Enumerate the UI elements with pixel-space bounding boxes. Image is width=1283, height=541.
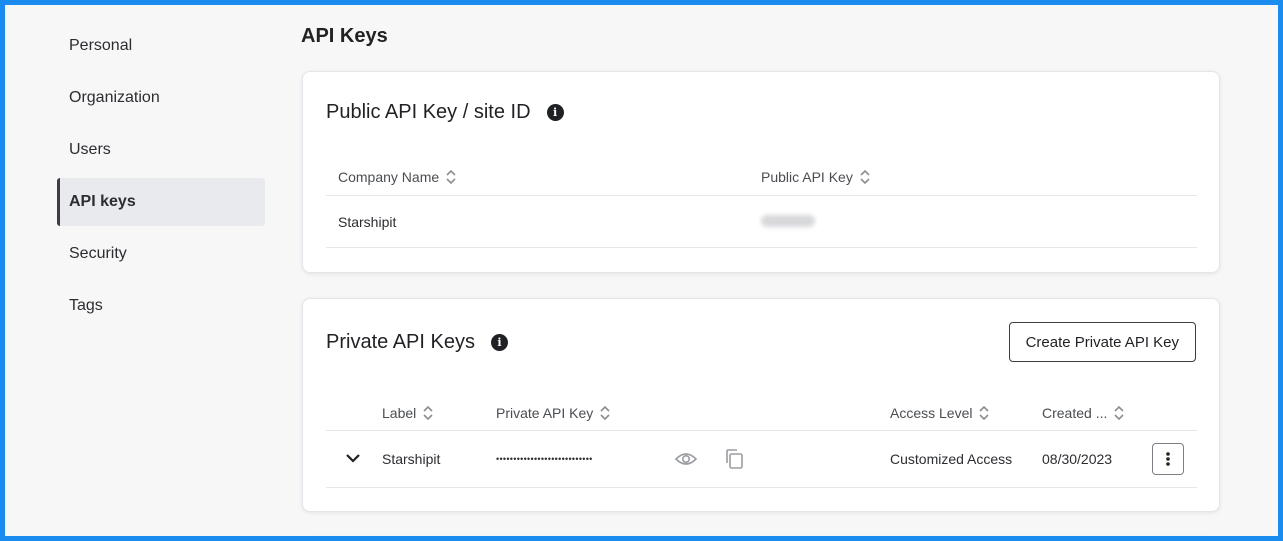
sidebar-item-label: API keys [69, 193, 136, 210]
access-level-cell: Customized Access [890, 451, 1013, 467]
company-name-cell: Starshipit [338, 213, 397, 230]
created-cell: 08/30/2023 [1042, 451, 1113, 467]
public-api-key-card: Public API Key / site ID i Company Name … [302, 71, 1220, 273]
card-title: Public API Key / site ID [326, 101, 531, 123]
sidebar-item-api-keys[interactable]: API keys [57, 178, 265, 226]
sidebar-item-label: Personal [69, 37, 133, 54]
sort-icon [979, 405, 990, 420]
column-header-label[interactable]: Label [382, 405, 496, 421]
sort-icon [1114, 405, 1124, 420]
row-actions-button[interactable] [1152, 443, 1184, 475]
sidebar-item-label: Security [69, 245, 127, 262]
private-api-keys-heading: Private API Keys i [326, 331, 508, 354]
column-header-public-api-key[interactable]: Public API Key [761, 169, 871, 185]
card-title: Private API Keys [326, 331, 475, 353]
public-api-key-cell [761, 214, 815, 230]
info-icon[interactable]: i [546, 104, 564, 121]
column-header-access-level[interactable]: Access Level [890, 405, 1042, 421]
next-card-partial [302, 537, 1220, 541]
sidebar-item-label: Tags [69, 297, 103, 314]
sidebar-item-users[interactable]: Users [57, 126, 265, 174]
sidebar-item-tags[interactable]: Tags [57, 282, 265, 330]
sort-icon [860, 169, 870, 184]
more-vertical-icon [1166, 452, 1170, 466]
create-private-api-key-button[interactable]: Create Private API Key [1008, 322, 1196, 362]
public-table-header: Company Name Public API Key [326, 158, 1197, 196]
info-icon[interactable]: i [490, 334, 508, 351]
sidebar-item-label: Users [69, 141, 111, 158]
sort-icon [600, 405, 610, 420]
sort-icon [423, 405, 433, 420]
public-api-key-heading: Public API Key / site ID i [326, 101, 564, 124]
settings-sidebar: Personal Organization Users API keys Sec… [57, 22, 265, 334]
masked-api-key: •••••••••••••••••••••••••••• [496, 454, 593, 464]
table-row: Starshipit [326, 196, 1197, 248]
copy-icon[interactable] [724, 448, 746, 470]
column-header-company-name[interactable]: Company Name [326, 169, 761, 185]
private-table-header: Label Private API Key Access Level Creat… [326, 395, 1197, 431]
table-row: Starshipit •••••••••••••••••••••••••••• … [326, 431, 1197, 488]
eye-icon[interactable] [674, 450, 698, 468]
column-header-created[interactable]: Created ... [1042, 405, 1125, 421]
private-api-key-cell: •••••••••••••••••••••••••••• [496, 448, 890, 470]
private-api-keys-card: Private API Keys i Create Private API Ke… [302, 298, 1220, 512]
page-title: API Keys [301, 25, 388, 47]
app-frame: Personal Organization Users API keys Sec… [0, 0, 1283, 541]
sidebar-item-organization[interactable]: Organization [57, 74, 265, 122]
sort-icon [446, 169, 456, 184]
sidebar-item-security[interactable]: Security [57, 230, 265, 278]
label-cell: Starshipit [382, 451, 441, 467]
redacted-public-key [761, 214, 815, 227]
sidebar-item-personal[interactable]: Personal [57, 22, 265, 70]
column-header-private-api-key[interactable]: Private API Key [496, 405, 890, 421]
sidebar-item-label: Organization [69, 89, 160, 106]
chevron-down-icon[interactable] [344, 449, 362, 467]
